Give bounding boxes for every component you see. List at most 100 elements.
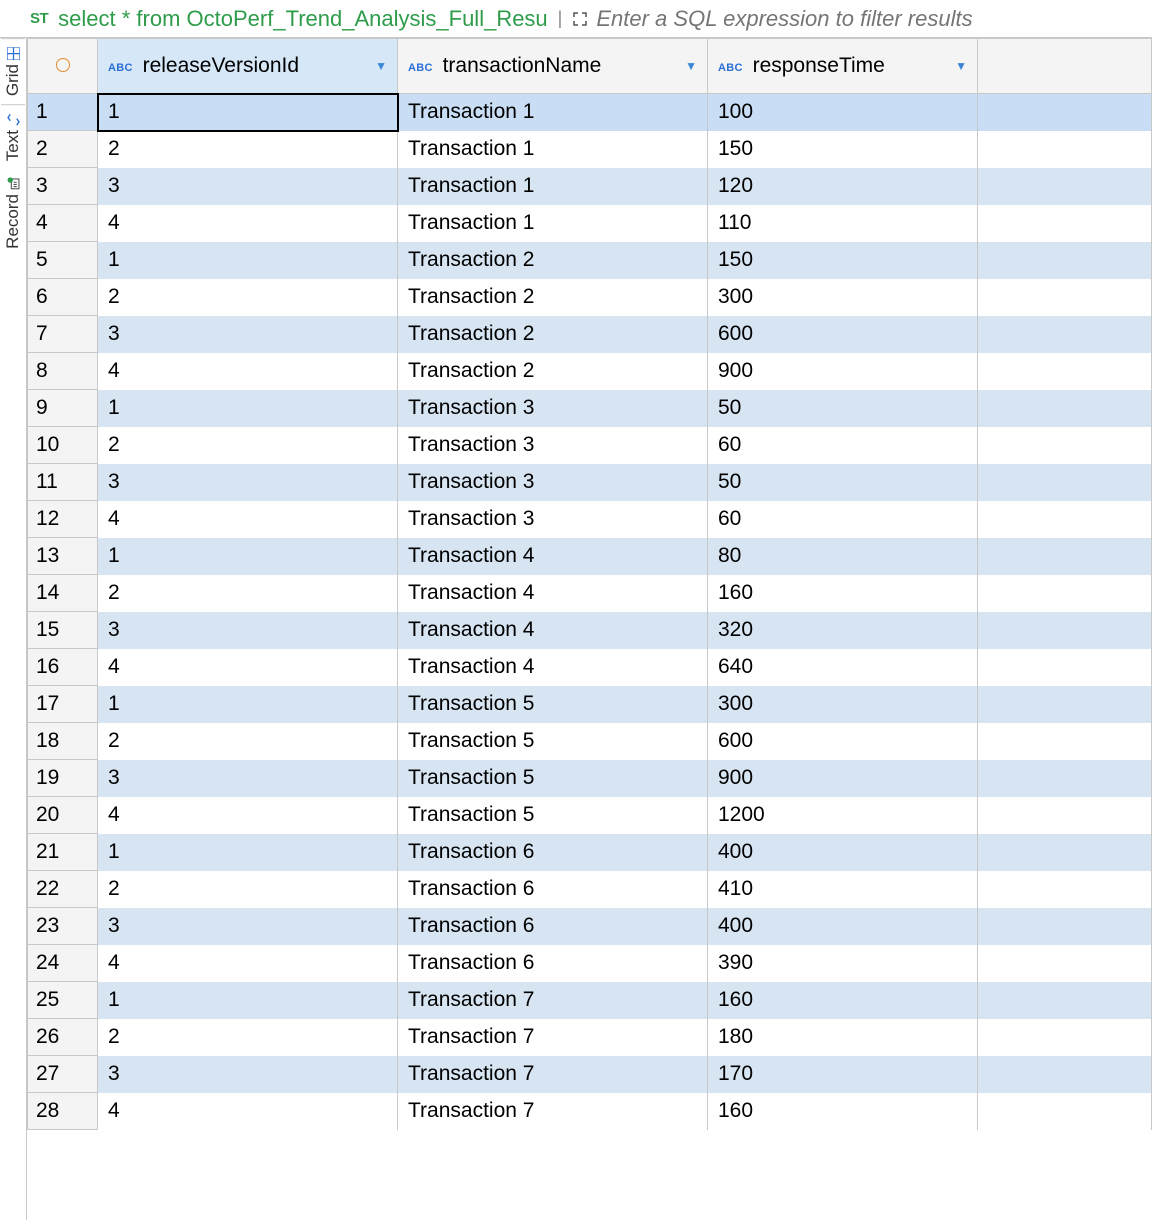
row-number[interactable]: 21 [28, 834, 98, 871]
table-row[interactable]: 251Transaction 7160 [28, 982, 1152, 1019]
table-row[interactable]: 102Transaction 360 [28, 427, 1152, 464]
cell[interactable]: Transaction 7 [398, 982, 708, 1019]
cell[interactable]: 2 [98, 279, 398, 316]
cell[interactable]: Transaction 3 [398, 464, 708, 501]
row-number[interactable]: 1 [28, 94, 98, 131]
table-row[interactable]: 62Transaction 2300 [28, 279, 1152, 316]
cell[interactable]: Transaction 5 [398, 723, 708, 760]
header-rownum[interactable] [28, 39, 98, 94]
cell[interactable]: 1 [98, 538, 398, 575]
row-number[interactable]: 14 [28, 575, 98, 612]
row-number[interactable]: 4 [28, 205, 98, 242]
header-transactionName[interactable]: ABC transactionName ▼ [398, 39, 708, 94]
cell[interactable]: Transaction 6 [398, 908, 708, 945]
table-row[interactable]: 84Transaction 2900 [28, 353, 1152, 390]
cell[interactable]: 300 [708, 686, 978, 723]
cell[interactable]: 60 [708, 501, 978, 538]
row-number[interactable]: 16 [28, 649, 98, 686]
cell[interactable]: 4 [98, 797, 398, 834]
cell[interactable]: 1 [98, 242, 398, 279]
table-row[interactable]: 233Transaction 6400 [28, 908, 1152, 945]
cell[interactable]: Transaction 1 [398, 205, 708, 242]
sql-query-text[interactable]: select * from OctoPerf_Trend_Analysis_Fu… [58, 6, 548, 32]
row-number[interactable]: 25 [28, 982, 98, 1019]
cell[interactable]: 180 [708, 1019, 978, 1056]
row-number[interactable]: 26 [28, 1019, 98, 1056]
row-number[interactable]: 23 [28, 908, 98, 945]
table-row[interactable]: 193Transaction 5900 [28, 760, 1152, 797]
cell[interactable]: 150 [708, 242, 978, 279]
cell[interactable]: Transaction 7 [398, 1093, 708, 1130]
cell[interactable]: 4 [98, 945, 398, 982]
cell[interactable]: Transaction 4 [398, 538, 708, 575]
cell[interactable]: Transaction 6 [398, 945, 708, 982]
cell[interactable]: 160 [708, 982, 978, 1019]
cell[interactable]: Transaction 3 [398, 427, 708, 464]
cell[interactable]: 50 [708, 464, 978, 501]
cell[interactable]: 400 [708, 834, 978, 871]
row-number[interactable]: 8 [28, 353, 98, 390]
cell[interactable]: Transaction 2 [398, 279, 708, 316]
cell[interactable]: Transaction 5 [398, 686, 708, 723]
dropdown-icon[interactable]: ▼ [955, 59, 967, 73]
table-row[interactable]: 91Transaction 350 [28, 390, 1152, 427]
cell[interactable]: 900 [708, 353, 978, 390]
cell[interactable]: 600 [708, 316, 978, 353]
cell[interactable]: Transaction 2 [398, 242, 708, 279]
cell[interactable]: 390 [708, 945, 978, 982]
expand-icon[interactable] [572, 11, 588, 27]
cell[interactable]: Transaction 1 [398, 168, 708, 205]
table-row[interactable]: 273Transaction 7170 [28, 1056, 1152, 1093]
table-row[interactable]: 11Transaction 1100 [28, 94, 1152, 131]
cell[interactable]: 1 [98, 686, 398, 723]
table-row[interactable]: 262Transaction 7180 [28, 1019, 1152, 1056]
cell[interactable]: 410 [708, 871, 978, 908]
row-number[interactable]: 6 [28, 279, 98, 316]
cell[interactable]: Transaction 3 [398, 501, 708, 538]
table-row[interactable]: 204Transaction 51200 [28, 797, 1152, 834]
row-number[interactable]: 12 [28, 501, 98, 538]
cell[interactable]: 3 [98, 908, 398, 945]
row-number[interactable]: 18 [28, 723, 98, 760]
table-row[interactable]: 113Transaction 350 [28, 464, 1152, 501]
cell[interactable]: 150 [708, 131, 978, 168]
cell[interactable]: 600 [708, 723, 978, 760]
cell[interactable]: 2 [98, 871, 398, 908]
cell[interactable]: 160 [708, 575, 978, 612]
table-row[interactable]: 22Transaction 1150 [28, 131, 1152, 168]
cell[interactable]: Transaction 5 [398, 760, 708, 797]
row-number[interactable]: 15 [28, 612, 98, 649]
cell[interactable]: 3 [98, 1056, 398, 1093]
cell[interactable]: Transaction 7 [398, 1019, 708, 1056]
cell[interactable]: 4 [98, 649, 398, 686]
cell[interactable]: Transaction 7 [398, 1056, 708, 1093]
cell[interactable]: 170 [708, 1056, 978, 1093]
cell[interactable]: Transaction 2 [398, 316, 708, 353]
data-grid[interactable]: ABC releaseVersionId ▼ ABC transactionNa… [27, 38, 1152, 1220]
table-row[interactable]: 142Transaction 4160 [28, 575, 1152, 612]
sidebar-tab-text[interactable]: Text [1, 104, 25, 169]
table-row[interactable]: 153Transaction 4320 [28, 612, 1152, 649]
cell[interactable]: 640 [708, 649, 978, 686]
cell[interactable]: 4 [98, 1093, 398, 1130]
cell[interactable]: 1 [98, 834, 398, 871]
cell[interactable]: Transaction 4 [398, 575, 708, 612]
row-number[interactable]: 19 [28, 760, 98, 797]
cell[interactable]: 3 [98, 168, 398, 205]
dropdown-icon[interactable]: ▼ [685, 59, 697, 73]
cell[interactable]: Transaction 6 [398, 871, 708, 908]
cell[interactable]: Transaction 4 [398, 612, 708, 649]
row-number[interactable]: 5 [28, 242, 98, 279]
row-number[interactable]: 17 [28, 686, 98, 723]
cell[interactable]: Transaction 2 [398, 353, 708, 390]
cell[interactable]: 50 [708, 390, 978, 427]
cell[interactable]: 3 [98, 464, 398, 501]
cell[interactable]: 110 [708, 205, 978, 242]
table-row[interactable]: 284Transaction 7160 [28, 1093, 1152, 1130]
filter-input[interactable] [596, 6, 1148, 32]
cell[interactable]: 1 [98, 390, 398, 427]
cell[interactable]: 3 [98, 316, 398, 353]
sidebar-tab-record[interactable]: Record [1, 169, 25, 257]
cell[interactable]: 4 [98, 205, 398, 242]
cell[interactable]: 1 [98, 94, 398, 131]
